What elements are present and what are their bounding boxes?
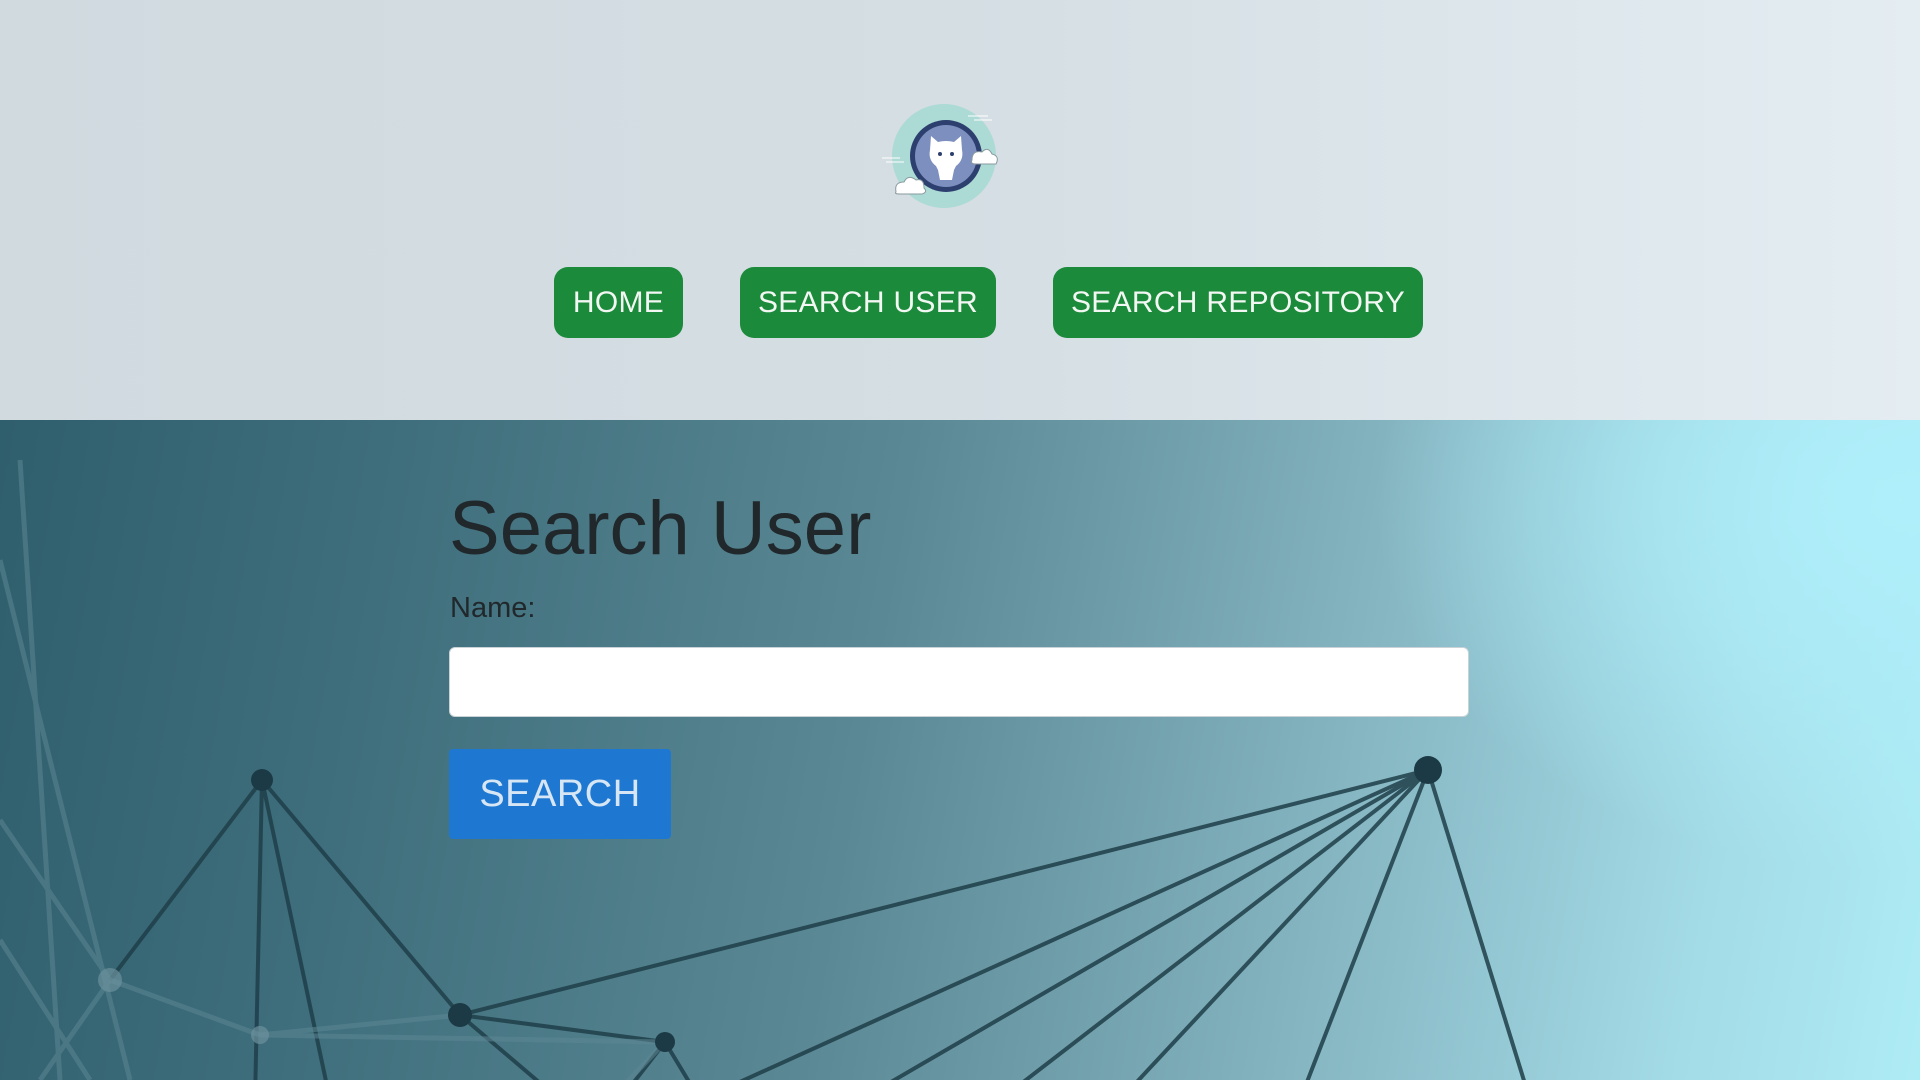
site-header: HOME SEARCH USER SEARCH REPOSITORY xyxy=(0,0,1920,420)
name-field-label: Name: xyxy=(450,592,536,624)
github-logo-icon[interactable] xyxy=(878,100,1008,215)
nav-search-repository-button[interactable]: SEARCH REPOSITORY xyxy=(1053,267,1423,338)
main-nav: HOME SEARCH USER SEARCH REPOSITORY xyxy=(0,267,1920,338)
name-input[interactable] xyxy=(449,647,1469,717)
search-user-section: Search User Name: SEARCH xyxy=(0,420,1920,1080)
nav-search-user-button[interactable]: SEARCH USER xyxy=(740,267,996,338)
nav-home-button[interactable]: HOME xyxy=(554,267,683,338)
search-button[interactable]: SEARCH xyxy=(449,749,671,839)
page-title: Search User xyxy=(449,486,872,571)
network-background-image xyxy=(0,459,1526,1080)
